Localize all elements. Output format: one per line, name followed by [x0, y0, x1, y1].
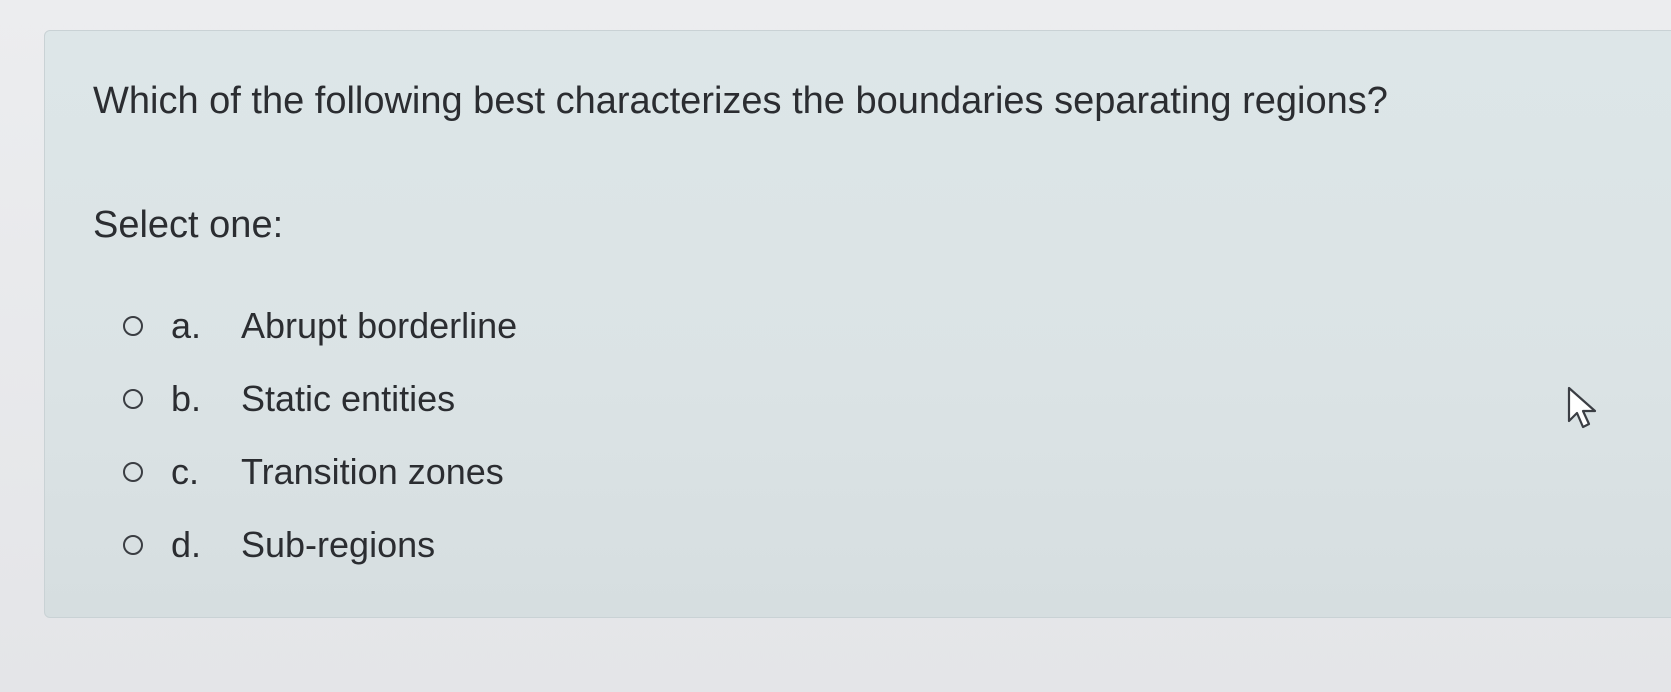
question-text: Which of the following best characterize… [93, 80, 1388, 122]
option-letter: b. [171, 378, 202, 419]
radio-icon[interactable] [123, 389, 143, 409]
option-label[interactable]: Sub-regions [241, 523, 435, 567]
select-one-prompt: Select one: [93, 204, 284, 246]
option-d[interactable]: d. Sub-regions [123, 512, 517, 578]
mouse-pointer-icon [1567, 386, 1597, 429]
option-label[interactable]: Abrupt borderline [241, 304, 517, 348]
radio-icon[interactable] [123, 535, 143, 555]
option-letter: a. [171, 305, 202, 346]
radio-icon[interactable] [123, 462, 143, 482]
option-b[interactable]: b. Static entities [123, 366, 517, 432]
radio-icon[interactable] [123, 316, 143, 336]
answer-options-list: a. Abrupt borderline b. Static entities … [123, 293, 517, 585]
option-label[interactable]: Static entities [241, 377, 455, 421]
option-letter: d. [171, 524, 202, 565]
option-a[interactable]: a. Abrupt borderline [123, 293, 517, 359]
question-panel: Which of the following best characterize… [44, 30, 1671, 618]
option-label[interactable]: Transition zones [241, 450, 504, 494]
option-letter: c. [171, 451, 200, 492]
option-c[interactable]: c. Transition zones [123, 439, 517, 505]
